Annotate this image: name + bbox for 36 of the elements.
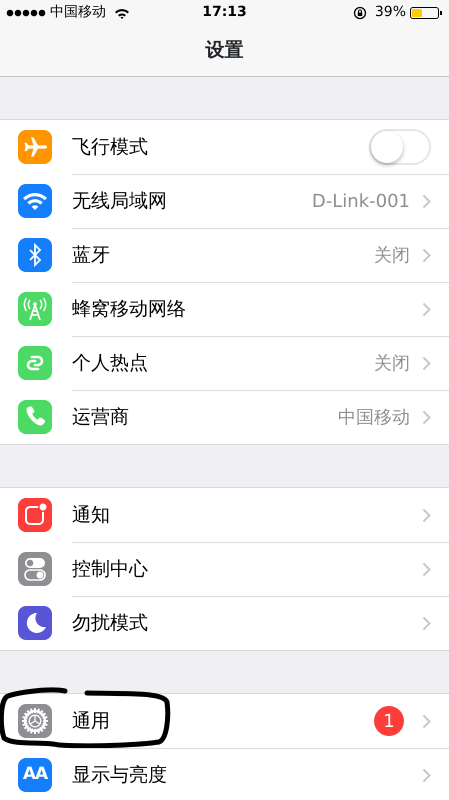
setting-label: 蓝牙 (72, 243, 110, 268)
chevron-icon (422, 410, 431, 425)
battery-icon (410, 6, 440, 18)
signal-icon (6, 8, 46, 18)
setting-label: 通知 (72, 502, 110, 528)
setting-value: 关闭 (374, 352, 410, 376)
chevron-icon (422, 508, 431, 522)
rotation-lock-icon (352, 6, 367, 20)
setting-value: D-Link-001 (312, 190, 410, 214)
chevron-icon (422, 302, 431, 317)
text-size-icon: AA (18, 758, 52, 792)
wifi-icon (114, 6, 130, 18)
setting-label: 运营商 (72, 405, 129, 430)
setting-label: 飞行模式 (72, 134, 148, 160)
chevron-icon (422, 768, 431, 783)
chevron-icon (422, 616, 431, 631)
battery-percent: 39% (374, 3, 406, 22)
chevron-icon (422, 248, 431, 263)
setting-label: 勿扰模式 (72, 611, 148, 636)
toggle-switch[interactable] (369, 129, 431, 165)
chevron-icon (422, 356, 431, 371)
chevron-icon (422, 562, 431, 577)
chevron-icon (422, 194, 431, 209)
setting-label: 通用 (72, 708, 110, 734)
setting-value: 关闭 (374, 244, 410, 268)
notification-badge: 1 (374, 706, 404, 736)
chevron-icon (422, 714, 431, 728)
setting-label: 显示与亮度 (72, 763, 167, 788)
clock: 17:13 (202, 3, 247, 22)
setting-value: 中国移动 (338, 406, 410, 430)
page-title: 设置 (206, 38, 244, 64)
carrier-name: 中国移动 (50, 3, 106, 22)
setting-label: 蜂窝移动网络 (72, 297, 186, 322)
setting-label: 控制中心 (72, 557, 148, 582)
setting-label: 个人热点 (72, 351, 148, 376)
setting-label: 无线局域网 (72, 189, 167, 214)
